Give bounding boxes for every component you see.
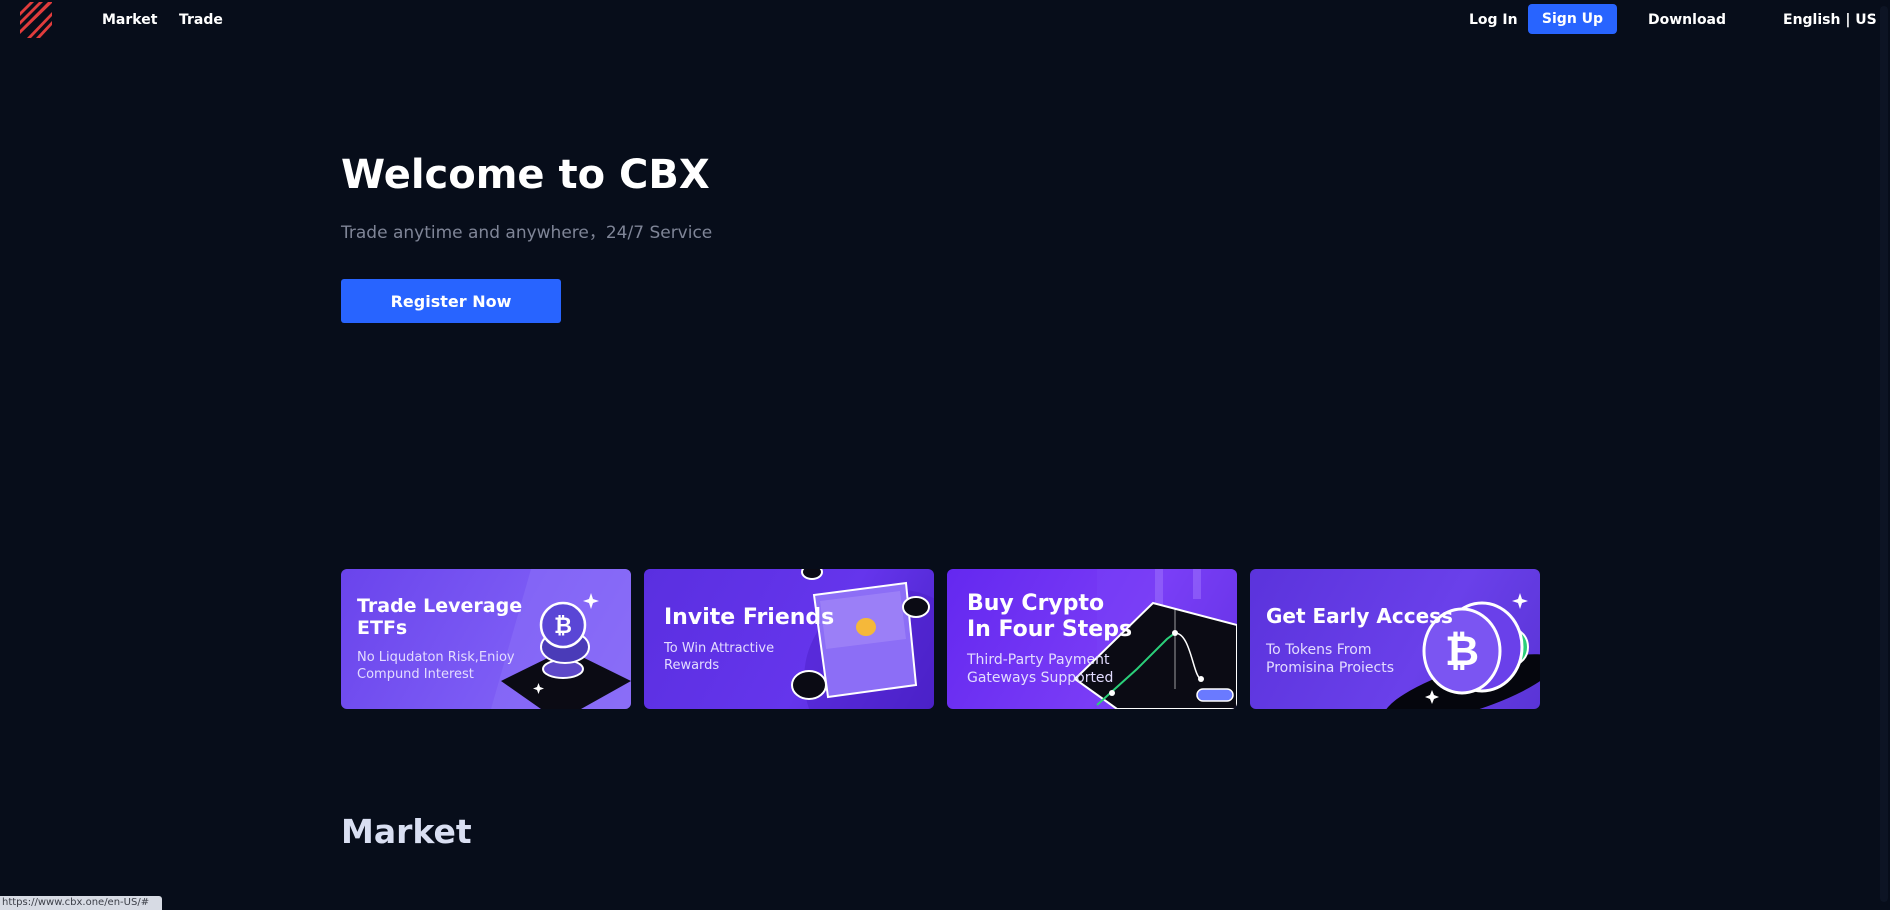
banner-title: Buy Crypto In Four Steps	[967, 591, 1133, 642]
banner-title: Invite Friends	[664, 605, 835, 630]
banner-card-buy-crypto[interactable]: Buy Crypto In Four Steps Third-Party Pay…	[947, 569, 1237, 709]
banner-card-invite-friends[interactable]: Invite Friends To Win Attractive Rewards	[644, 569, 934, 709]
download-link[interactable]: Download	[1648, 12, 1726, 28]
nav-market-link[interactable]: Market	[102, 12, 157, 28]
stripes-logo-icon[interactable]	[18, 2, 52, 38]
market-section-heading: Market	[341, 812, 472, 851]
banner-card-early-access[interactable]: ₿ Get Early Access To Tokens From Promis…	[1250, 569, 1540, 709]
banner-title: Get Early Access	[1266, 604, 1453, 628]
hero-subtitle: Trade anytime and anywhere，24/7 Service	[341, 223, 713, 243]
nav-trade-link[interactable]: Trade	[179, 12, 223, 28]
top-navigation-bar: Market Trade Log In Sign Up Download Eng…	[0, 0, 1890, 40]
svg-text:₿: ₿	[1445, 626, 1479, 675]
hero-title: Welcome to CBX	[341, 152, 710, 198]
language-currency-selector[interactable]: English | USD	[1783, 12, 1888, 28]
banner-title: Trade Leverage ETFs	[357, 595, 523, 640]
banner-card-leverage-etfs[interactable]: ₿ Trade Leverage ETFs No Liqudaton Risk,…	[341, 569, 631, 709]
status-bar-url: https://www.cbx.one/en-US/#	[0, 896, 162, 910]
banner-description: No Liqudaton Risk,Enioy Compund Interest	[357, 650, 515, 682]
signup-button[interactable]: Sign Up	[1528, 4, 1617, 34]
bitcoin-portal-illustration-icon: ₿	[1384, 593, 1540, 709]
banner-description: To Tokens From Promisina Proiects	[1266, 642, 1395, 677]
svg-text:₿: ₿	[554, 614, 572, 639]
page-scrollbar-thumb[interactable]	[1880, 6, 1888, 902]
banner-description: To Win Attractive Rewards	[664, 641, 775, 673]
login-link[interactable]: Log In	[1469, 12, 1518, 28]
banner-description: Third-Party Payment Gateways Supported	[967, 652, 1114, 687]
register-now-button[interactable]: Register Now	[341, 279, 561, 323]
gift-envelope-illustration-icon	[791, 569, 934, 709]
